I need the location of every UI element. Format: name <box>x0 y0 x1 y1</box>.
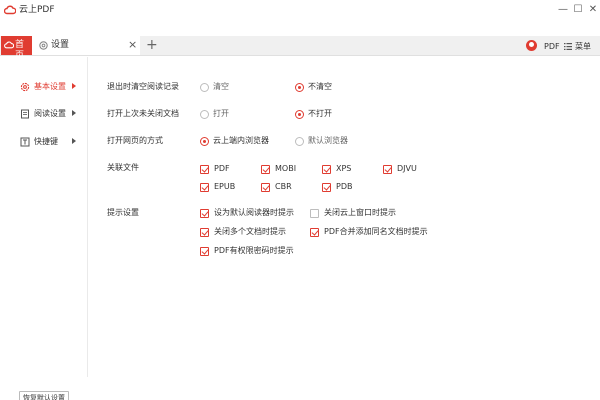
sidebar-item-label: 快捷键 <box>34 137 58 146</box>
sidebar-item-label: 阅读设置 <box>34 109 66 118</box>
prompt-default-reader-checkbox[interactable] <box>200 209 209 218</box>
prompt-close-multiple-checkbox[interactable] <box>200 228 209 237</box>
minimize-button[interactable]: — <box>557 4 569 16</box>
assoc-djvu-checkbox[interactable] <box>383 165 392 174</box>
open-web-radio-internal[interactable] <box>200 137 209 146</box>
restore-defaults-button[interactable]: 恢复默认设置 <box>19 391 69 400</box>
option-label: EPUB <box>214 182 236 191</box>
tab-settings-label: 设置 <box>51 40 70 50</box>
open-web-radio-default[interactable] <box>295 137 304 146</box>
prompt-password-checkbox[interactable] <box>200 247 209 256</box>
option-label: 关闭云上窗口时提示 <box>324 208 396 217</box>
option-label: PDF <box>214 164 230 173</box>
title-bar: 云上PDF — ☐ ✕ <box>0 0 600 20</box>
maximize-button[interactable]: ☐ <box>572 4 584 16</box>
prompt-close-window-checkbox[interactable] <box>310 209 319 218</box>
assoc-pdb-checkbox[interactable] <box>322 183 331 192</box>
option-label: 关闭多个文档时提示 <box>214 227 286 236</box>
caret-right-icon <box>72 110 76 116</box>
tab-home[interactable]: 首页 <box>1 36 32 61</box>
avatar[interactable] <box>526 40 537 51</box>
option-label: CBR <box>275 182 292 191</box>
tab-settings[interactable]: 设置 × <box>32 36 140 55</box>
clear-history-radio-clear[interactable] <box>200 83 209 92</box>
tab-bar: 首页 设置 × + <box>0 36 600 61</box>
option-label: 不打开 <box>308 109 332 118</box>
option-label: MOBI <box>275 164 297 173</box>
option-label: PDB <box>336 182 353 191</box>
caret-right-icon <box>72 83 76 89</box>
gear-icon <box>20 82 30 92</box>
book-icon <box>21 109 29 119</box>
file-assoc-label: 关联文件 <box>107 163 139 172</box>
keyboard-t-icon <box>20 137 30 147</box>
settings-sidebar: 基本设置 阅读设置 快捷键 恢复默认设置 <box>0 57 88 400</box>
close-tab-icon[interactable]: × <box>128 39 137 51</box>
menu-icon[interactable] <box>564 43 572 50</box>
app-title: 云上PDF <box>19 5 55 15</box>
option-label: 打开 <box>213 109 229 118</box>
option-label: DJVU <box>397 164 417 173</box>
prompts-label: 提示设置 <box>107 208 139 217</box>
assoc-xps-checkbox[interactable] <box>322 165 331 174</box>
option-label: 清空 <box>213 82 229 91</box>
option-label: PDF合并添加同名文档时提示 <box>324 227 428 236</box>
clear-history-label: 退出时清空阅读记录 <box>107 82 179 91</box>
cloud-logo-icon <box>4 5 16 15</box>
option-label: 不清空 <box>308 82 332 91</box>
open-web-label: 打开网页的方式 <box>107 136 163 145</box>
option-label: XPS <box>336 164 352 173</box>
close-window-button[interactable]: ✕ <box>587 4 599 16</box>
assoc-cbr-checkbox[interactable] <box>261 183 270 192</box>
option-label: 云上端内浏览器 <box>213 136 269 145</box>
cloud-icon <box>4 41 14 49</box>
assoc-mobi-checkbox[interactable] <box>261 165 270 174</box>
option-label: PDF有权限密码时提示 <box>214 246 294 255</box>
option-label: 设为默认阅读器时提示 <box>214 208 294 217</box>
add-tab-button[interactable]: + <box>146 38 158 52</box>
assoc-pdf-checkbox[interactable] <box>200 165 209 174</box>
menu-button[interactable]: 菜单 <box>575 42 591 52</box>
option-label: 默认浏览器 <box>308 136 348 145</box>
sidebar-item-label: 基本设置 <box>34 82 66 91</box>
clear-history-radio-keep[interactable] <box>295 83 304 92</box>
reopen-docs-radio-open[interactable] <box>200 110 209 119</box>
prompt-merge-same-name-checkbox[interactable] <box>310 228 319 237</box>
sidebar-item-basic[interactable]: 基本设置 <box>0 79 88 95</box>
assoc-epub-checkbox[interactable] <box>200 183 209 192</box>
gear-icon <box>39 41 48 50</box>
caret-right-icon <box>72 138 76 144</box>
sidebar-item-shortcuts[interactable]: 快捷键 <box>0 134 88 150</box>
pdf-button[interactable]: PDF <box>544 42 560 52</box>
reopen-docs-label: 打开上次未关闭文档 <box>107 109 179 118</box>
sidebar-item-reading[interactable]: 阅读设置 <box>0 106 88 122</box>
reopen-docs-radio-noopen[interactable] <box>295 110 304 119</box>
